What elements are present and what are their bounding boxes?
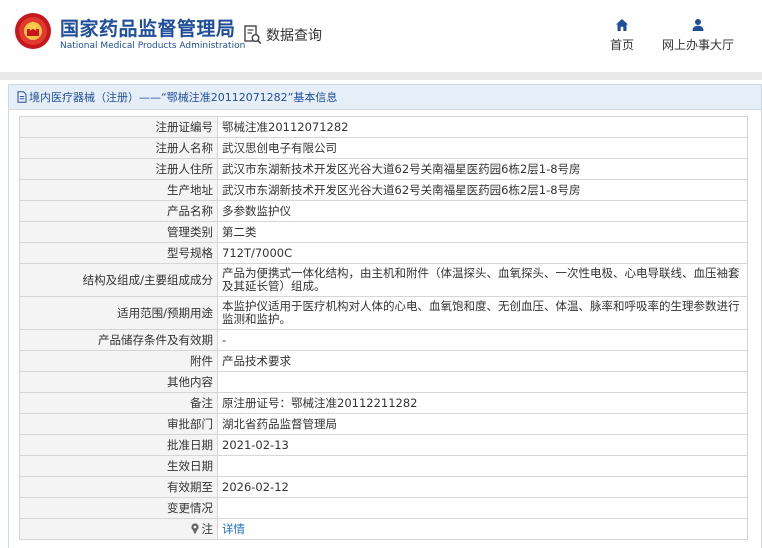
data-query-label: 数据查询 [266, 28, 322, 44]
breadcrumb: 境内医疗器械（注册）——“鄂械注准20112071282”基本信息 [9, 85, 761, 110]
field-label: 注册证编号 [19, 116, 218, 138]
details-link[interactable]: 详情 [222, 522, 245, 536]
field-value: 鄂械注准20112071282 [217, 116, 748, 138]
field-label: 注册人住所 [19, 158, 218, 180]
field-label: 审批部门 [19, 413, 218, 435]
field-value: 产品技术要求 [217, 350, 748, 372]
field-label: 注册人名称 [19, 137, 218, 159]
nav-online-hall-label: 网上办事大厅 [661, 38, 734, 52]
field-label: 附件 [19, 350, 218, 372]
field-label: 注 [19, 518, 218, 540]
emblem-icon [15, 13, 51, 49]
field-value: 712T/7000C [217, 242, 748, 264]
table-row: 注册证编号 鄂械注准20112071282 [19, 116, 748, 138]
home-icon [616, 19, 628, 31]
breadcrumb-text: 境内医疗器械（注册）——“鄂械注准20112071282”基本信息 [29, 91, 338, 104]
data-query-link[interactable]: 数据查询 [244, 24, 322, 46]
field-label: 其他内容 [19, 371, 218, 393]
table-row: 审批部门 湖北省药品监督管理局 [19, 413, 748, 435]
field-label: 变更情况 [19, 497, 218, 519]
field-value: 原注册证号：鄂械注准20112211282 [217, 392, 748, 414]
table-row: 其他内容 [19, 371, 748, 393]
nav-home[interactable]: 首页 [600, 18, 644, 53]
document-search-icon [244, 25, 262, 45]
field-label: 结构及组成/主要组成成分 [19, 263, 218, 297]
table-row: 变更情况 [19, 497, 748, 519]
table-row: 产品储存条件及有效期 - [19, 329, 748, 351]
field-label: 备注 [19, 392, 218, 414]
field-value: 湖北省药品监督管理局 [217, 413, 748, 435]
field-label: 生产地址 [19, 179, 218, 201]
table-row: 管理类别 第二类 [19, 221, 748, 243]
field-value: 2026-02-12 [217, 476, 748, 498]
table-row: 备注 原注册证号：鄂械注准20112211282 [19, 392, 748, 414]
field-label: 有效期至 [19, 476, 218, 498]
table-row: 结构及组成/主要组成成分 产品为便携式一体化结构，由主机和附件（体温探头、血氧探头… [19, 263, 748, 297]
field-value: 详情 [217, 518, 748, 540]
table-row: 型号规格 712T/7000C [19, 242, 748, 264]
field-value: 武汉思创电子有限公司 [217, 137, 748, 159]
site-subtitle[interactable]: National Medical Products Administration [60, 41, 245, 51]
nav-online-hall[interactable]: 网上办事大厅 [655, 18, 741, 53]
field-label: 产品名称 [19, 200, 218, 222]
header-divider [0, 72, 762, 80]
field-value: 2021-02-13 [217, 434, 748, 456]
table-row: 生效日期 [19, 455, 748, 477]
field-value: 多参数监护仪 [217, 200, 748, 222]
field-value [217, 497, 748, 519]
registration-info-table: 注册证编号 鄂械注准20112071282 注册人名称 武汉思创电子有限公司 注册人… [19, 116, 748, 540]
field-label: 型号规格 [19, 242, 218, 264]
field-value: 武汉市东湖新技术开发区光谷大道62号关南福星医药园6栋2层1-8号房 [217, 179, 748, 201]
nav-home-label: 首页 [609, 38, 634, 52]
pin-icon [190, 522, 199, 534]
table-row: 适用范围/预期用途 本监护仪适用于医疗机构对人体的心电、血氧饱和度、无创血压、体温… [19, 296, 748, 330]
document-icon [17, 91, 27, 103]
field-value: 产品为便携式一体化结构，由主机和附件（体温探头、血氧探头、一次性电极、心电导联线… [217, 263, 748, 297]
field-value [217, 455, 748, 477]
table-row: 注册人名称 武汉思创电子有限公司 [19, 137, 748, 159]
detail-panel: 境内医疗器械（注册）——“鄂械注准20112071282”基本信息 注册证编号鄂… [8, 84, 762, 548]
table-row: 批准日期 2021-02-13 [19, 434, 748, 456]
table-row: 注册人住所 武汉市东湖新技术开发区光谷大道62号关南福星医药园6栋2层1-8号房 [19, 158, 748, 180]
note-label: 注 [201, 521, 214, 536]
field-label: 生效日期 [19, 455, 218, 477]
user-icon [692, 19, 704, 31]
field-value: 武汉市东湖新技术开发区光谷大道62号关南福星医药园6栋2层1-8号房 [217, 158, 748, 180]
field-label: 产品储存条件及有效期 [19, 329, 218, 351]
field-value: 第二类 [217, 221, 748, 243]
field-label: 管理类别 [19, 221, 218, 243]
table-row: 产品名称 多参数监护仪 [19, 200, 748, 222]
table-row: 有效期至 2026-02-12 [19, 476, 748, 498]
field-label: 适用范围/预期用途 [19, 296, 218, 330]
site-header: 国家药品监督管理局 National Medical Products Admi… [0, 0, 762, 72]
site-title[interactable]: 国家药品监督管理局 [60, 14, 236, 41]
field-value [217, 371, 748, 393]
field-value: 本监护仪适用于医疗机构对人体的心电、血氧饱和度、无创血压、体温、脉率和呼吸率的生… [217, 296, 748, 330]
table-row: 生产地址 武汉市东湖新技术开发区光谷大道62号关南福星医药园6栋2层1-8号房 [19, 179, 748, 201]
table-row: 注 详情 [19, 518, 748, 540]
field-label: 批准日期 [19, 434, 218, 456]
table-row: 附件 产品技术要求 [19, 350, 748, 372]
field-value: - [217, 329, 748, 351]
